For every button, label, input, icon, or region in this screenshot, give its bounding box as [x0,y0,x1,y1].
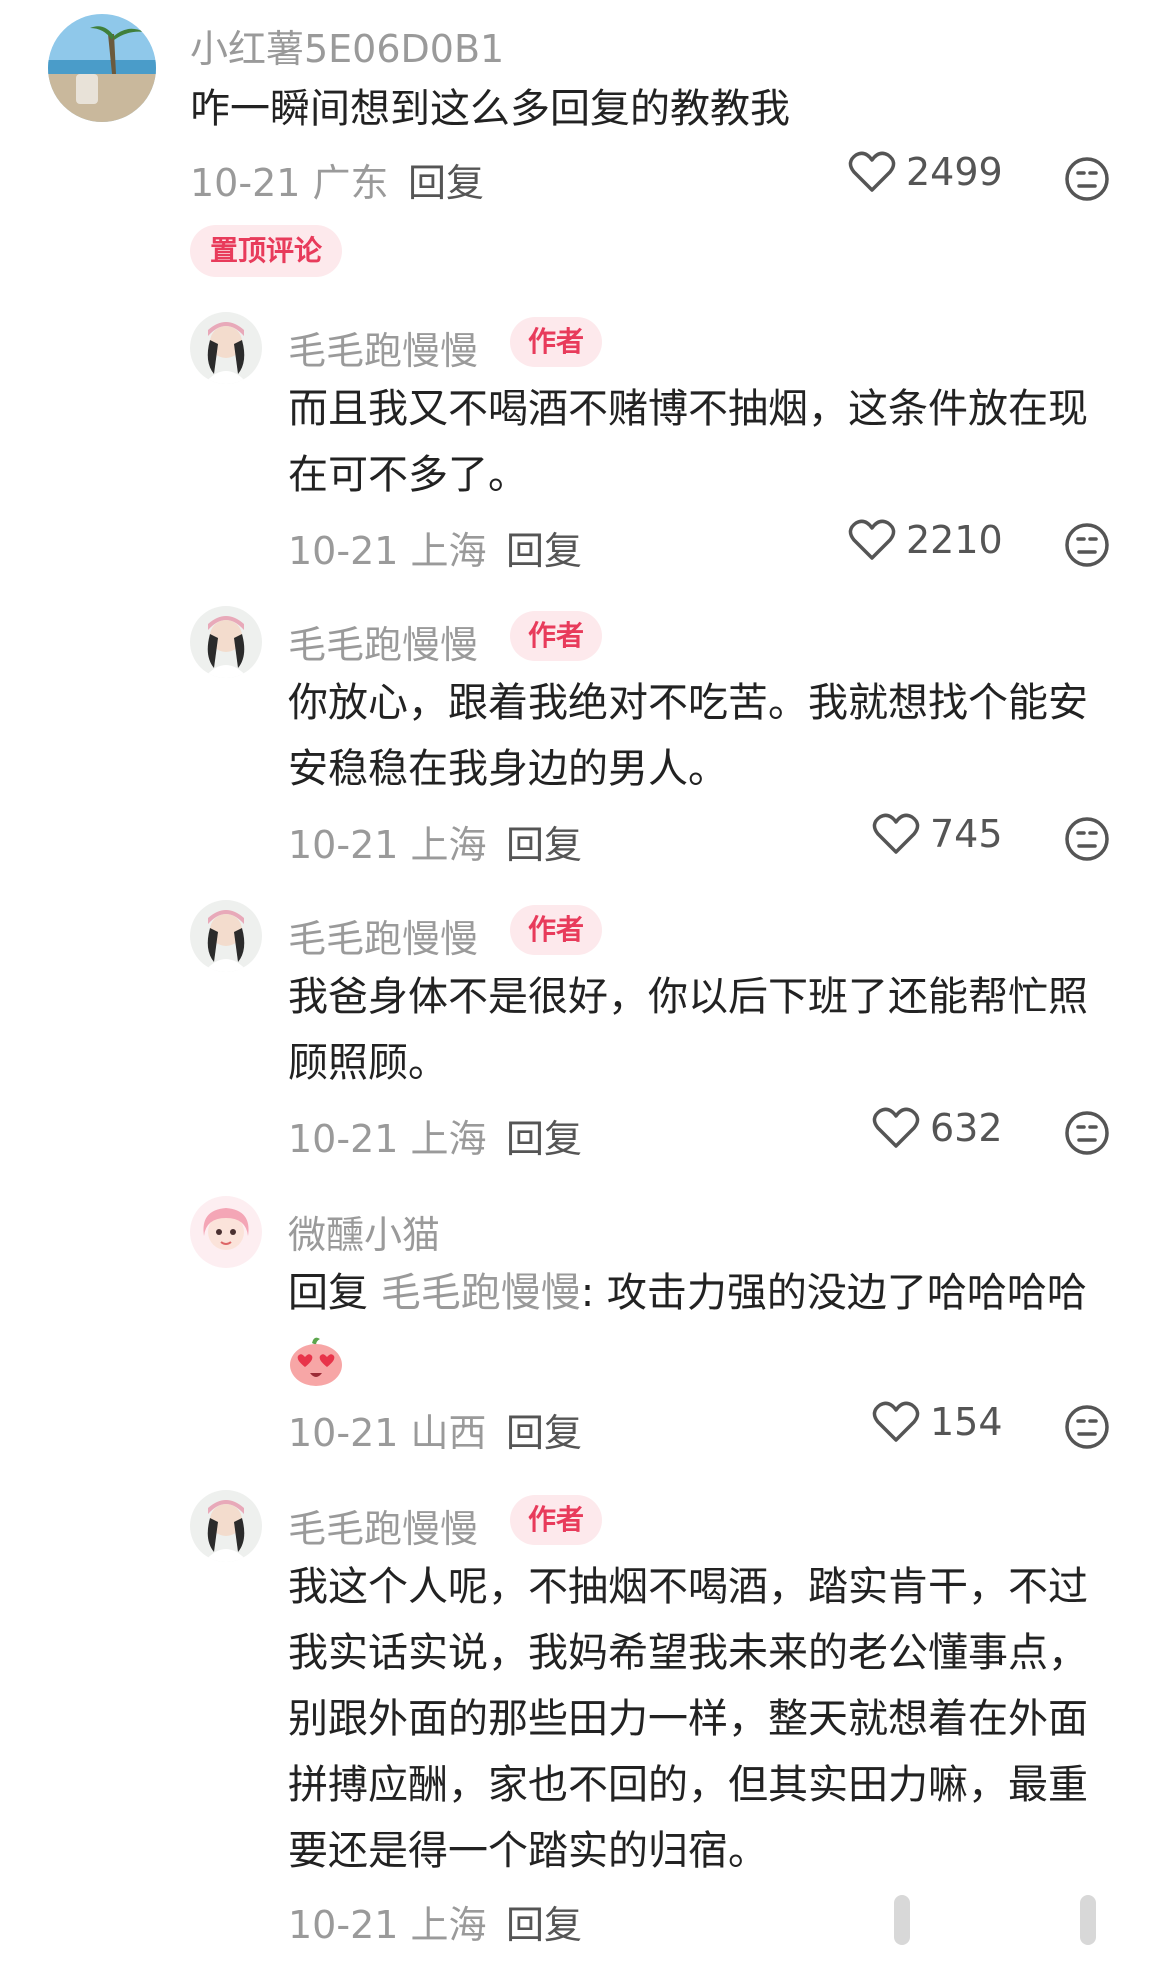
more-options-icon[interactable] [1064,1110,1110,1156]
comment-date: 10-21 [190,161,301,205]
heart-icon [872,1401,920,1442]
comment-location: 上海 [410,529,487,573]
reply-button[interactable]: 回复 [506,520,582,575]
more-options-icon[interactable] [1064,1404,1110,1450]
comment-location: 山西 [410,1411,487,1455]
comment-meta: 10-21 上海 [288,814,487,869]
comment-date: 10-21 [288,1903,399,1947]
comment-location: 广东 [312,161,389,205]
author-badge: 作者 [510,317,603,367]
comment-text-line: 顾照顾。 [288,1040,448,1086]
more-options-icon[interactable] [1064,816,1110,862]
comment-text-line: 要还是得一个踏实的归宿。 [288,1828,768,1874]
reply-button[interactable]: 回复 [506,814,582,869]
heart-icon [848,151,896,192]
author-badge: 作者 [510,1495,603,1545]
reply-button[interactable]: 回复 [506,1894,582,1949]
reply-text: : 攻击力强的没边了哈哈哈哈 [580,1270,1087,1316]
comment-text-line: 拼搏应酬，家也不回的，但其实田力嘛，最重 [288,1762,1088,1808]
comment-meta: 10-21 山西 [288,1402,487,1457]
avatar[interactable] [190,606,262,678]
like-button[interactable]: 2210 [848,518,1003,562]
reply-button[interactable]: 回复 [506,1402,582,1457]
comment-username[interactable]: 毛毛跑慢慢 [288,908,478,963]
comment-meta: 10-21 上海 [288,1894,487,1949]
comment-location: 上海 [410,823,487,867]
comment-date: 10-21 [288,1117,399,1161]
comment-text-line: 安稳稳在我身边的男人。 [288,746,728,792]
comment-text-line: 在可不多了。 [288,452,528,498]
author-badge: 作者 [510,905,603,955]
like-button[interactable]: 154 [872,1400,1003,1444]
comment-location: 上海 [410,1117,487,1161]
like-count: 2499 [906,150,1003,194]
comment-date: 10-21 [288,529,399,573]
more-options-icon[interactable] [1064,156,1110,202]
comment-meta: 10-21 广东 [190,152,389,207]
more-options-icon[interactable] [1064,522,1110,568]
heart-eyes-emoji [290,1337,342,1386]
like-count: 2210 [906,518,1003,562]
heart-icon [872,1107,920,1148]
like-button[interactable]: 632 [872,1106,1003,1150]
comment-date: 10-21 [288,1411,399,1455]
avatar[interactable] [190,1490,262,1562]
avatar[interactable] [190,312,262,384]
comment-text-line: 回复 毛毛跑慢慢: 攻击力强的没边了哈哈哈哈 [288,1260,1087,1326]
like-count: 745 [930,812,1003,856]
avatar[interactable] [48,14,156,122]
reply-button[interactable]: 回复 [408,152,484,207]
scroll-handle-right[interactable] [1080,1895,1096,1945]
like-button[interactable]: 2499 [848,150,1003,194]
comment-date: 10-21 [288,823,399,867]
comment-text-line: 我爸身体不是很好，你以后下班了还能帮忙照 [288,974,1088,1020]
comment-text: 咋一瞬间想到这么多回复的教教我 [190,86,790,132]
pinned-badge: 置顶评论 [190,225,343,277]
heart-icon [872,813,920,854]
main-comment: 小红薯5E06D0B1 咋一瞬间想到这么多回复的教教我 10-21 广东 回复 … [0,0,1170,290]
comment-username[interactable]: 小红薯5E06D0B1 [190,18,504,73]
comment-text-line: 我这个人呢，不抽烟不喝酒，踏实肯干，不过 [288,1564,1088,1610]
comment-text-line: 我实话实说，我妈希望我未来的老公懂事点， [288,1630,1088,1676]
like-count: 154 [930,1400,1003,1444]
comment-username[interactable]: 毛毛跑慢慢 [288,1498,478,1553]
heart-icon [848,519,896,560]
comment-text-line: 别跟外面的那些田力一样，整天就想着在外面 [288,1696,1088,1742]
comment-username[interactable]: 毛毛跑慢慢 [288,320,478,375]
comment-meta: 10-21 上海 [288,1108,487,1163]
reply-prefix: 回复 [288,1270,368,1316]
comment-text-line: 而且我又不喝酒不赌博不抽烟，这条件放在现 [288,386,1088,432]
author-badge: 作者 [510,611,603,661]
comment-location: 上海 [410,1903,487,1947]
comment-username[interactable]: 微醺小猫 [288,1204,440,1259]
reply-to-username[interactable]: 毛毛跑慢慢 [381,1270,581,1316]
avatar[interactable] [190,900,262,972]
comment-meta: 10-21 上海 [288,520,487,575]
like-count: 632 [930,1106,1003,1150]
like-button[interactable]: 745 [872,812,1003,856]
avatar[interactable] [190,1196,262,1268]
comment-text-line: 你放心，跟着我绝对不吃苦。我就想找个能安 [288,680,1088,726]
reply-button[interactable]: 回复 [506,1108,582,1163]
scroll-handle-left[interactable] [894,1895,910,1945]
comment-username[interactable]: 毛毛跑慢慢 [288,614,478,669]
comment-text-line [288,1326,344,1392]
